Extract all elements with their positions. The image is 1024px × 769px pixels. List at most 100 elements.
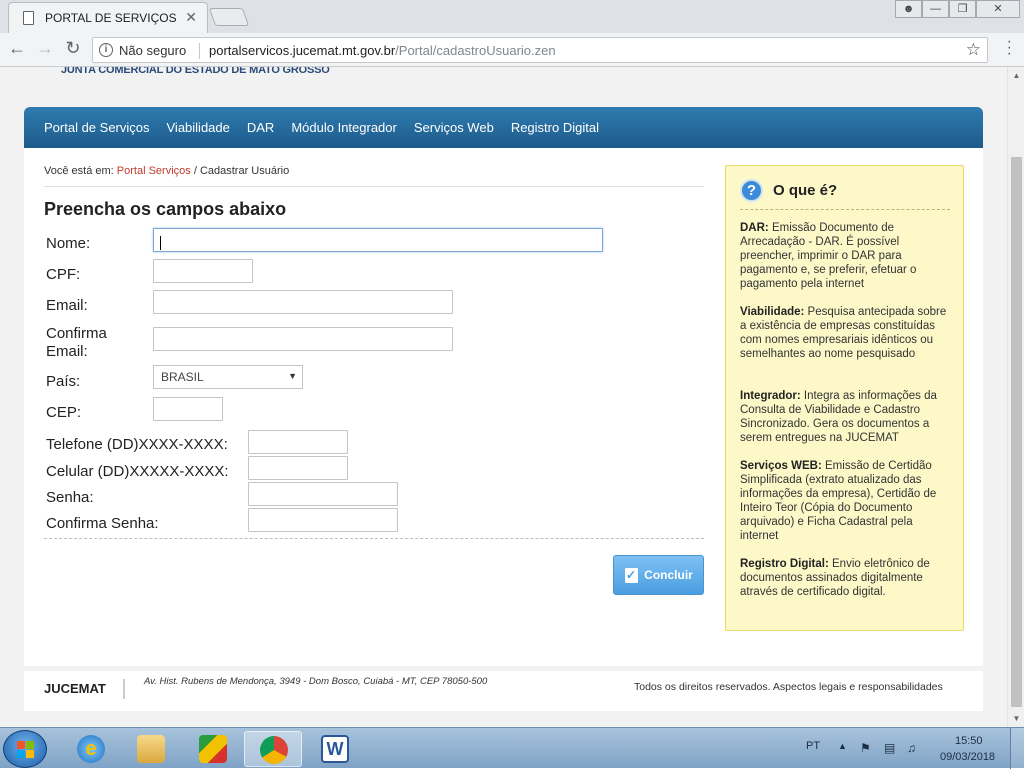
senha-input[interactable]: [248, 482, 398, 506]
taskbar-app[interactable]: [184, 731, 242, 767]
concluir-label: Concluir: [644, 568, 693, 582]
browser-menu-icon[interactable]: · · ·: [1007, 34, 1012, 62]
breadcrumb: Você está em: Portal Serviços / Cadastra…: [44, 165, 289, 177]
scroll-down-arrow-icon[interactable]: ▼: [1008, 710, 1024, 727]
help-panel: ? O que é? DAR: Emissão Documento de Arr…: [725, 165, 964, 631]
network-icon[interactable]: ▤: [884, 741, 898, 755]
celular-label: Celular (DD)XXXXX-XXXX:: [46, 463, 229, 480]
page-viewport: JUNTA COMERCIAL DO ESTADO DE MATO GROSSO…: [0, 67, 1007, 727]
nome-input[interactable]: [153, 228, 603, 252]
telefone-input[interactable]: [248, 430, 348, 454]
word-icon: W: [321, 735, 349, 763]
forward-arrow-icon[interactable]: →: [34, 38, 56, 59]
new-tab-button[interactable]: [208, 8, 250, 26]
tab-close-icon[interactable]: ✕: [185, 9, 197, 26]
document-check-icon: [625, 556, 638, 594]
email-input[interactable]: [153, 290, 453, 314]
browser-tab[interactable]: PORTAL DE SERVIÇOS ✕: [8, 2, 208, 33]
close-window-button[interactable]: ✕: [976, 0, 1020, 18]
celular-input[interactable]: [248, 456, 348, 480]
show-hidden-icons-icon[interactable]: ▲: [838, 741, 847, 751]
nav-item-dar[interactable]: DAR: [247, 120, 274, 135]
security-label: Não seguro: [119, 43, 187, 58]
windows-logo-icon: [17, 741, 35, 759]
clock-time[interactable]: 15:50: [955, 735, 983, 747]
url-host: portalservicos.jucemat.mt.gov.br: [209, 43, 396, 58]
help-entry-dar: DAR: Emissão Documento de Arrecadação - …: [740, 221, 952, 291]
help-term: Viabilidade:: [740, 306, 805, 318]
browser-toolbar: ← → ↻ i Não seguro portalservicos.jucema…: [0, 33, 1024, 67]
site-logo-text: JUNTA COMERCIAL DO ESTADO DE MATO GROSSO: [61, 67, 330, 76]
back-arrow-icon[interactable]: ←: [6, 38, 28, 59]
nome-label: Nome:: [46, 235, 91, 252]
nav-item-servicos-web[interactable]: Serviços Web: [414, 120, 494, 135]
pais-selected-value: BRASIL: [161, 370, 204, 384]
help-entry-registro-digital: Registro Digital: Envio eletrônico de do…: [740, 557, 952, 599]
clock-date[interactable]: 09/03/2018: [940, 751, 995, 763]
page-favicon-icon: [23, 11, 34, 25]
chrome-icon: [260, 736, 288, 764]
nav-item-modulo-integrador[interactable]: Módulo Integrador: [291, 120, 397, 135]
internet-explorer-icon: e: [77, 735, 105, 763]
reload-icon[interactable]: ↻: [62, 38, 84, 59]
taskbar-file-explorer[interactable]: [122, 731, 180, 767]
start-button[interactable]: [3, 730, 47, 768]
telefone-label: Telefone (DD)XXXX-XXXX:: [46, 436, 228, 453]
cep-input[interactable]: [153, 397, 223, 421]
help-text: Emissão de Certidão Simplificada (extrat…: [740, 460, 937, 542]
page-scrollbar[interactable]: ▲ ▼: [1007, 67, 1024, 727]
email-label: Email:: [46, 297, 88, 314]
taskbar-word[interactable]: W: [306, 731, 364, 767]
confirma-email-input[interactable]: [153, 327, 453, 351]
scroll-up-arrow-icon[interactable]: ▲: [1008, 67, 1024, 84]
form-title: Preencha os campos abaixo: [44, 199, 287, 219]
folder-icon: [137, 735, 165, 763]
restore-button[interactable]: ❐: [949, 0, 976, 18]
confirma-senha-label: Confirma Senha:: [46, 515, 159, 532]
footer-rights-link[interactable]: Todos os direitos reservados. Aspectos l…: [634, 681, 943, 693]
breadcrumb-current: Cadastrar Usuário: [199, 165, 290, 177]
text-cursor: [160, 236, 161, 250]
info-icon[interactable]: i: [99, 43, 113, 57]
breadcrumb-link-portal[interactable]: Portal Serviços: [117, 165, 191, 177]
scrollbar-thumb[interactable]: [1011, 157, 1022, 707]
url-text[interactable]: portalservicos.jucemat.mt.gov.br/Portal/…: [209, 43, 556, 58]
footer-divider: [123, 679, 125, 699]
volume-muted-icon[interactable]: ♫: [907, 741, 921, 755]
concluir-button[interactable]: Concluir: [613, 555, 704, 595]
show-desktop-button[interactable]: [1010, 728, 1024, 769]
bookmark-star-icon[interactable]: ☆: [966, 40, 981, 60]
footer-address: Av. Hist. Rubens de Mendonça, 3949 - Dom…: [144, 676, 488, 687]
taskbar-internet-explorer[interactable]: e: [62, 731, 120, 767]
breadcrumb-separator: /: [190, 165, 200, 177]
flag-alert-icon[interactable]: ⚑: [860, 741, 874, 755]
input-language[interactable]: PT: [806, 740, 820, 752]
help-term: Integrador:: [740, 390, 801, 402]
address-bar[interactable]: i Não seguro portalservicos.jucemat.mt.g…: [92, 37, 988, 63]
browser-tabstrip: PORTAL DE SERVIÇOS ✕ ☻ — ❐ ✕: [0, 0, 1024, 33]
help-entry-viabilidade: Viabilidade: Pesquisa antecipada sobre a…: [740, 305, 952, 361]
nav-item-portal-servicos[interactable]: Portal de Serviços: [44, 120, 150, 135]
form-divider: [44, 538, 704, 539]
confirma-senha-input[interactable]: [248, 508, 398, 532]
tab-title: PORTAL DE SERVIÇOS: [45, 11, 177, 25]
pais-label: País:: [46, 373, 81, 390]
nav-item-viabilidade[interactable]: Viabilidade: [167, 120, 230, 135]
nav-item-registro-digital[interactable]: Registro Digital: [511, 120, 599, 135]
minimize-button[interactable]: —: [922, 0, 949, 18]
footer-brand: JUCEMAT: [44, 681, 106, 696]
question-icon: ?: [740, 179, 763, 202]
breadcrumb-divider: [44, 186, 704, 187]
help-divider: [740, 209, 950, 210]
windows-taskbar: e W PT ▲ ⚑ ▤ ♫ 15:50 09/03/2018: [0, 727, 1024, 769]
confirma-email-label-line1: Confirma: [46, 325, 107, 342]
help-title: O que é?: [773, 182, 838, 199]
url-path: /Portal/cadastroUsuario.zen: [395, 43, 556, 58]
omnibox-separator: [199, 43, 200, 59]
taskbar-chrome[interactable]: [244, 731, 302, 767]
senha-label: Senha:: [46, 489, 94, 506]
pais-select[interactable]: BRASIL ▼: [153, 365, 303, 389]
cpf-label: CPF:: [46, 266, 81, 283]
cpf-input[interactable]: [153, 259, 253, 283]
user-profile-icon[interactable]: ☻: [895, 0, 922, 18]
